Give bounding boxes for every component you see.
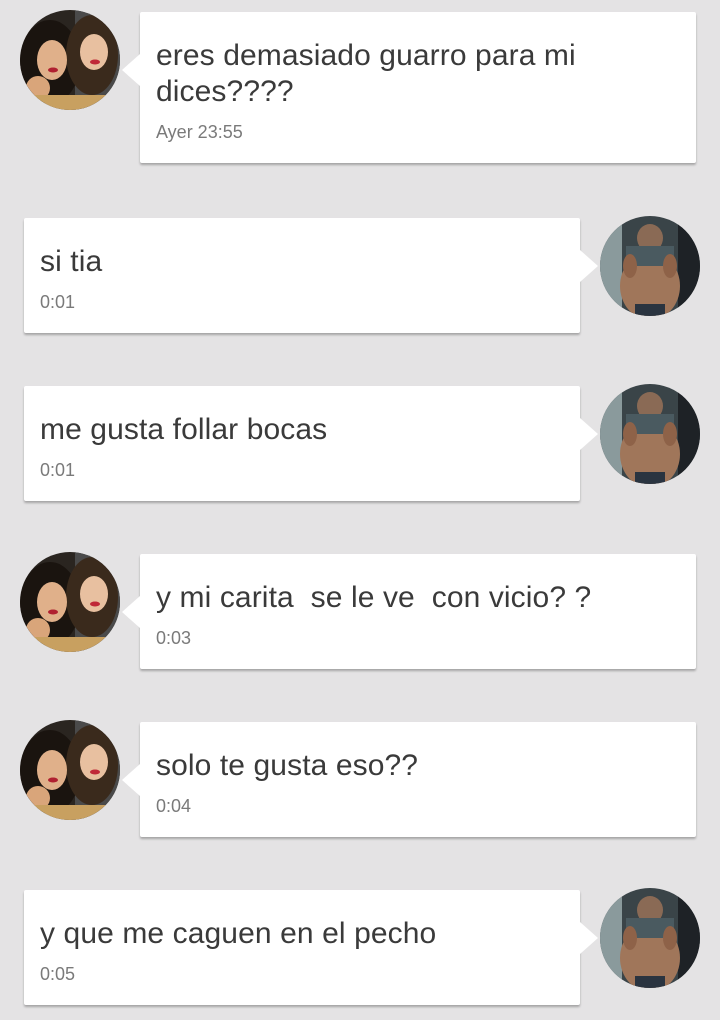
user-avatar-icon[interactable]: [600, 384, 700, 484]
message-timestamp: 0:01: [40, 292, 76, 312]
chat-message-list[interactable]: eres demasiado guarro para mi dices???? …: [0, 0, 720, 1020]
message-timestamp: 0:01: [40, 460, 76, 480]
message-text: si tia: [40, 245, 103, 278]
message-bubble[interactable]: y que me caguen en el pecho 0:05: [24, 890, 598, 1005]
message-text: y mi carita se le ve con vicio? ?: [156, 581, 592, 614]
message-text: solo te gusta eso??: [156, 749, 419, 782]
message-timestamp: 0:04: [156, 796, 192, 816]
contact-avatar-icon[interactable]: [20, 720, 120, 820]
message-text: eres demasiado guarro para mi dices????: [156, 39, 585, 108]
message-bubble[interactable]: y mi carita se le ve con vicio? ? 0:03: [122, 554, 696, 669]
user-avatar-icon[interactable]: [600, 216, 700, 316]
message-text: me gusta follar bocas: [40, 413, 328, 446]
message-bubble[interactable]: solo te gusta eso?? 0:04: [122, 722, 696, 837]
message-timestamp: 0:03: [156, 628, 192, 648]
message-bubble[interactable]: eres demasiado guarro para mi dices???? …: [122, 12, 696, 163]
message-timestamp: Ayer 23:55: [156, 122, 243, 142]
message-bubble[interactable]: si tia 0:01: [24, 218, 598, 333]
message-text: y que me caguen en el pecho: [40, 917, 437, 950]
message-bubble[interactable]: me gusta follar bocas 0:01: [24, 386, 598, 501]
message-timestamp: 0:05: [40, 964, 76, 984]
contact-avatar-icon[interactable]: [20, 10, 120, 110]
contact-avatar-icon[interactable]: [20, 552, 120, 652]
user-avatar-icon[interactable]: [600, 888, 700, 988]
